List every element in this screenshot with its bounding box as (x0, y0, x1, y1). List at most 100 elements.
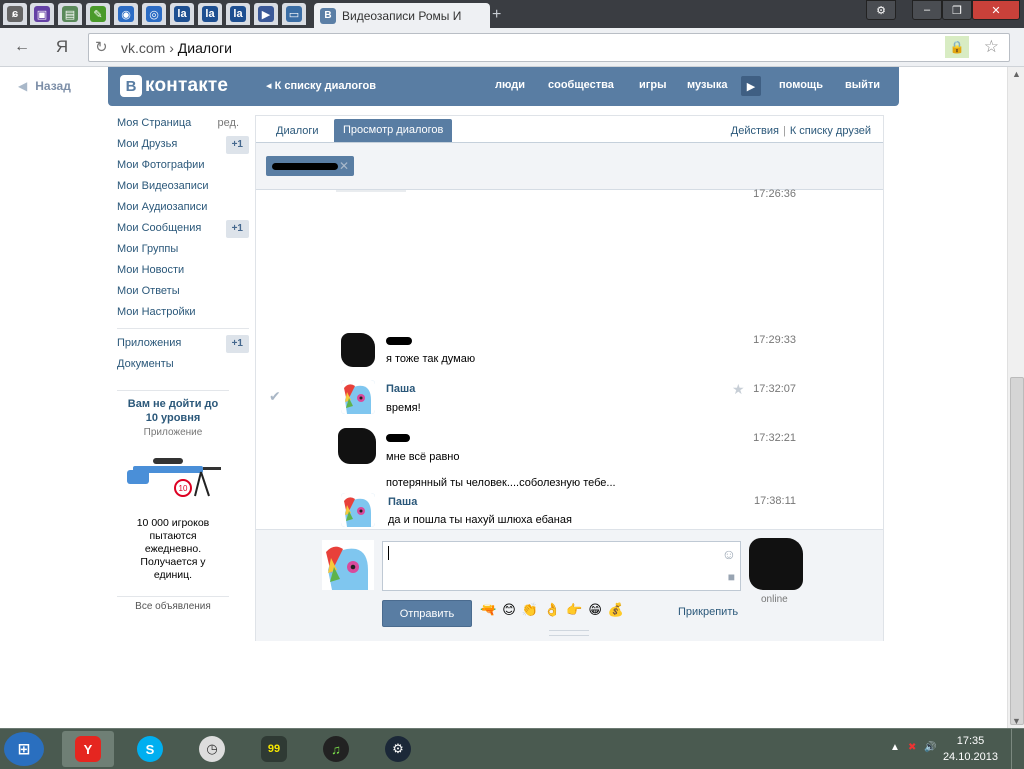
back-link[interactable]: ◀ Назад (18, 79, 71, 93)
all-ads-link[interactable]: Все объявления (117, 596, 229, 612)
sidebar-item-answers[interactable]: Мои Ответы (117, 283, 249, 304)
ok-hand-emoji-icon[interactable]: 👌 (544, 602, 560, 618)
tab-view-dialogs[interactable]: Просмотр диалогов (334, 119, 453, 142)
friends-list-link[interactable]: К списку друзей (790, 125, 871, 137)
taskbar-clock-app[interactable]: ◷ (186, 731, 238, 767)
pinned-tab-1[interactable]: ɕ (3, 3, 27, 25)
attach-link[interactable]: Прикрепить (678, 606, 738, 618)
avatar[interactable] (338, 428, 376, 464)
tray-arrow-icon[interactable]: ▲ (890, 742, 900, 753)
taskbar-skype[interactable]: S (124, 731, 176, 767)
peer-avatar[interactable] (749, 538, 803, 590)
pinned-tab-11[interactable]: ▭ (282, 3, 306, 25)
back-arrow-icon[interactable]: ← (12, 37, 32, 57)
yandex-icon[interactable]: Я (52, 37, 72, 57)
taskbar-music[interactable]: ♫ (310, 731, 362, 767)
show-desktop-button[interactable] (1011, 729, 1024, 769)
smile-emoji-icon[interactable]: 😊 (502, 602, 516, 618)
actions-link[interactable]: Действия (731, 125, 779, 137)
grin-emoji-icon[interactable]: 😁 (588, 602, 602, 618)
new-tab-plus-icon[interactable]: + (492, 6, 501, 24)
message-author[interactable]: Паша (386, 383, 415, 395)
avatar[interactable] (341, 380, 375, 414)
pinned-tab-7[interactable]: la (170, 3, 194, 25)
ad-block[interactable]: Вам не дойти до 10 уровня Приложение 10 1… (117, 390, 229, 612)
active-tab[interactable]: B Видеозаписи Ромы И (314, 3, 490, 28)
network-icon[interactable]: ✖ (908, 742, 916, 753)
pinned-tab-4[interactable]: ✎ (86, 3, 110, 25)
bookmark-star-icon[interactable]: ☆ (984, 37, 999, 57)
pinned-tab-twitch[interactable]: ▣ (30, 3, 54, 25)
clock[interactable]: 17:35 24.10.2013 (943, 733, 998, 765)
sidebar-item-friends[interactable]: Мои Друзья +1 (117, 136, 249, 157)
my-avatar[interactable] (322, 540, 374, 590)
nav-communities[interactable]: сообщества (548, 79, 614, 91)
count-badge[interactable]: +1 (225, 335, 249, 353)
sidebar-item-photos[interactable]: Мои Фотографии (117, 157, 249, 178)
nav-people[interactable]: люди (495, 79, 525, 91)
pinned-tab-10[interactable]: ▶ (254, 3, 278, 25)
scroll-down-icon[interactable]: ▼ (1012, 716, 1021, 726)
taskbar-steam[interactable]: ⚙ (372, 731, 424, 767)
avatar[interactable] (341, 493, 375, 527)
resize-grip[interactable] (549, 630, 589, 636)
scrollbar-thumb[interactable] (1010, 377, 1024, 725)
gun-emoji-icon[interactable]: 🔫 (480, 602, 496, 618)
message-composer: ☺ ■ online Отправить 🔫 😊 👏 👌 👉 😁 💰 Прикр… (256, 529, 883, 641)
lock-icon[interactable]: 🔒 (945, 36, 969, 58)
check-icon[interactable]: ✔ (269, 388, 281, 405)
message-author[interactable]: Паша (388, 496, 417, 508)
page-scrollbar[interactable]: ▲ ▼ (1007, 67, 1024, 728)
sidebar-item-my-page[interactable]: Моя Страница ред. (117, 115, 249, 136)
ad-title[interactable]: Вам не дойти до 10 уровня (117, 397, 229, 425)
peer-chip[interactable]: ✕ (266, 156, 354, 176)
message-input[interactable]: ☺ ■ (382, 541, 741, 591)
sidebar-item-apps[interactable]: Приложения +1 (117, 335, 249, 356)
sidebar-item-documents[interactable]: Документы (117, 356, 249, 377)
tab-dialogs[interactable]: Диалоги (276, 125, 319, 137)
pinned-tab-6[interactable]: ◎ (142, 3, 166, 25)
sidebar-item-audio[interactable]: Мои Аудиозаписи (117, 199, 249, 220)
close-icon[interactable]: ✕ (339, 159, 349, 173)
close-icon[interactable]: ✕ (972, 0, 1020, 20)
vk-favicon-icon: B (320, 7, 336, 24)
url-input[interactable]: ↻ vk.com › Диалоги 🔒 ☆ (88, 33, 1010, 62)
rifle-icon[interactable]: 10 (123, 444, 223, 508)
count-badge[interactable]: +1 (225, 136, 249, 154)
camera-icon[interactable]: ■ (728, 570, 735, 584)
pinned-tab-8[interactable]: la (198, 3, 222, 25)
sidebar-item-groups[interactable]: Мои Группы (117, 241, 249, 262)
count-badge[interactable]: +1 (225, 220, 249, 238)
volume-icon[interactable]: 🔊 (924, 742, 936, 753)
smile-icon[interactable]: ☺ (722, 546, 736, 562)
sidebar-item-news[interactable]: Мои Новости (117, 262, 249, 283)
sidebar-item-settings[interactable]: Мои Настройки (117, 304, 249, 325)
scroll-up-icon[interactable]: ▲ (1012, 69, 1021, 79)
pinned-tab-5[interactable]: ◉ (114, 3, 138, 25)
taskbar-yandex[interactable]: Y (62, 731, 114, 767)
minimize-icon[interactable]: – (912, 0, 942, 20)
reload-icon[interactable]: ↻ (95, 38, 108, 56)
money-bag-emoji-icon[interactable]: 💰 (608, 602, 624, 618)
nav-help[interactable]: помощь (779, 79, 823, 91)
start-button[interactable]: ⊞ (4, 732, 44, 766)
avatar[interactable] (341, 333, 375, 367)
gear-icon[interactable]: ⚙ (866, 0, 896, 20)
pinned-tab-3[interactable]: ▤ (58, 3, 82, 25)
sidebar-item-messages[interactable]: Мои Сообщения +1 (117, 220, 249, 241)
send-button[interactable]: Отправить (382, 600, 472, 627)
music-play-icon[interactable]: ▶ (741, 76, 761, 96)
nav-music[interactable]: музыка (687, 79, 727, 91)
nav-games[interactable]: игры (639, 79, 666, 91)
clap-emoji-icon[interactable]: 👏 (522, 602, 538, 618)
to-dialogs-link[interactable]: ◂ К списку диалогов (266, 79, 376, 92)
taskbar-app-99[interactable]: 99 (248, 731, 300, 767)
sidebar-item-videos[interactable]: Мои Видеозаписи (117, 178, 249, 199)
pointing-emoji-icon[interactable]: 👉 (566, 602, 582, 618)
skype-icon: S (137, 736, 163, 762)
maximize-icon[interactable]: ❐ (942, 0, 972, 20)
nav-logout[interactable]: выйти (845, 79, 880, 91)
pinned-tab-9[interactable]: la (226, 3, 250, 25)
edit-link[interactable]: ред. (218, 115, 239, 131)
vk-logo[interactable]: В контакте (120, 75, 228, 97)
